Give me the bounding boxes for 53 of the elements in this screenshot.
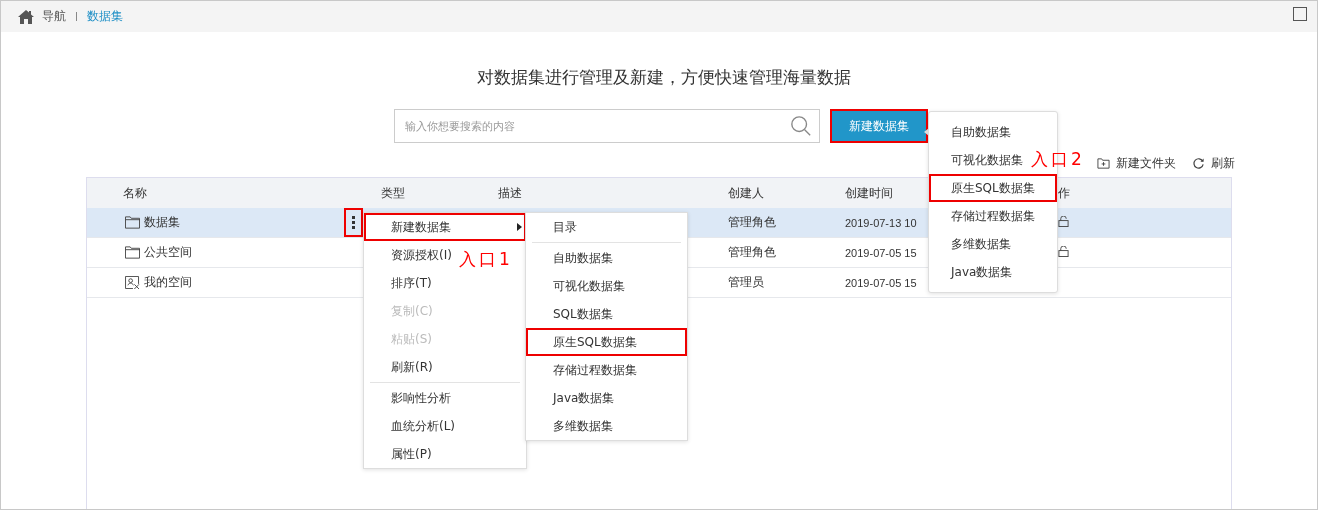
- column-header: 名称: [123, 185, 147, 200]
- column-header: 描述: [498, 185, 522, 200]
- menu-item[interactable]: 血统分析(L): [391, 412, 456, 440]
- menu-item[interactable]: 原生SQL数据集: [929, 174, 1057, 202]
- menu-item[interactable]: 自助数据集: [553, 244, 613, 272]
- menu-item[interactable]: 可视化数据集: [553, 272, 625, 300]
- menu-item[interactable]: 属性(P): [391, 440, 432, 468]
- toolbar-button[interactable]: 刷新: [1192, 152, 1235, 174]
- table-cell: 公共空间: [144, 244, 192, 261]
- table-cell: 2019-07-05 15: [845, 246, 917, 259]
- folder-icon: [125, 216, 140, 229]
- home-icon[interactable]: [18, 9, 34, 24]
- breadcrumb-item[interactable]: 导航: [42, 8, 66, 25]
- menu-item[interactable]: 多维数据集: [553, 412, 613, 440]
- search-icon[interactable]: [790, 115, 812, 137]
- table-cell: 我的空间: [144, 274, 192, 291]
- table-cell: 管理角色: [728, 215, 776, 229]
- column-header: 作: [1058, 185, 1070, 200]
- column-header: 创建时间: [845, 185, 893, 200]
- menu-item[interactable]: 多维数据集: [951, 230, 1011, 258]
- menu-item[interactable]: 可视化数据集: [951, 146, 1023, 174]
- menu-item[interactable]: 自助数据集: [951, 118, 1011, 146]
- column-header: 创建人: [728, 185, 764, 200]
- menu-item[interactable]: 存储过程数据集: [553, 356, 637, 384]
- table-cell: 数据集: [144, 214, 180, 231]
- menu-item[interactable]: 刷新(R): [391, 353, 433, 381]
- menu-item[interactable]: 影响性分析: [391, 384, 451, 412]
- folder-icon: [125, 246, 140, 259]
- add-folder-icon: [1097, 156, 1110, 170]
- search-field[interactable]: 输入你想要搜索的内容: [394, 109, 820, 143]
- more-button[interactable]: [344, 208, 363, 237]
- table-cell: 2019-07-13 10: [845, 216, 917, 229]
- menu-item[interactable]: Java数据集: [951, 258, 1013, 286]
- refresh-icon: [1192, 156, 1205, 170]
- menu-item[interactable]: Java数据集: [553, 384, 615, 412]
- table-cell: 管理角色: [728, 245, 776, 259]
- unlock-icon[interactable]: [1058, 245, 1069, 257]
- column-header: 类型: [381, 185, 405, 200]
- maximize-icon[interactable]: [1293, 7, 1307, 21]
- annotation-label: 入口2: [1031, 148, 1085, 171]
- menu-item[interactable]: 资源授权(I): [391, 241, 452, 269]
- table-cell: 管理员: [728, 275, 764, 289]
- menu-item[interactable]: 排序(T): [391, 269, 432, 297]
- toolbar-button[interactable]: 新建文件夹: [1097, 152, 1176, 174]
- menu-item[interactable]: 原生SQL数据集: [526, 328, 687, 356]
- table-cell: 2019-07-05 15: [845, 276, 917, 289]
- menu-item[interactable]: 存储过程数据集: [951, 202, 1035, 230]
- user-space-icon: [125, 276, 140, 289]
- headline: 对数据集进行管理及新建，方便快速管理海量数据: [476, 66, 852, 89]
- menu-item[interactable]: 目录: [553, 213, 577, 241]
- unlock-icon[interactable]: [1058, 215, 1069, 227]
- annotation-label: 入口1: [459, 248, 513, 271]
- menu-item[interactable]: SQL数据集: [553, 300, 613, 328]
